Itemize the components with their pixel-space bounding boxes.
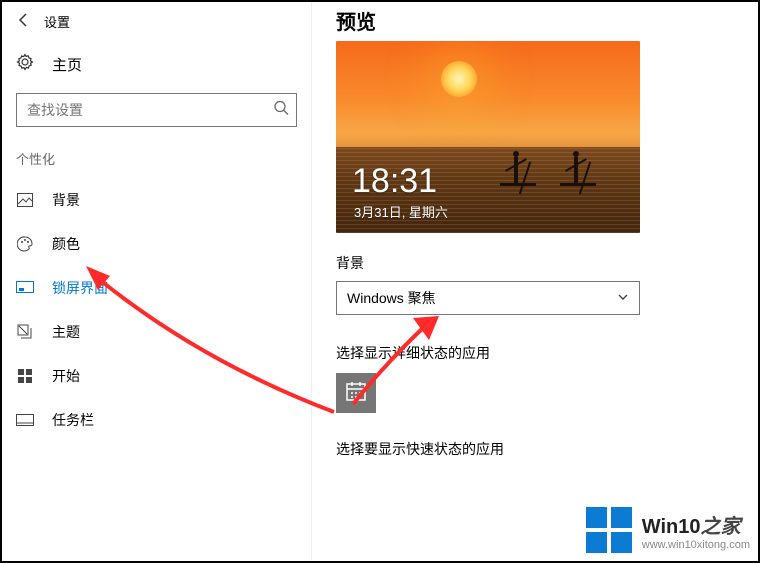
palette-icon [16,236,34,252]
sidebar-item-taskbar[interactable]: 任务栏 [2,398,311,442]
start-icon [16,369,34,383]
background-dropdown[interactable]: Windows 聚焦 [336,281,640,315]
home-label: 主页 [52,54,82,75]
watermark-brand2: 之家 [701,516,741,538]
back-label: 设置 [44,12,70,31]
quick-status-label: 选择要显示快速状态的应用 [336,439,758,459]
home-row[interactable]: 主页 [2,43,311,85]
preview-time: 18:31 [352,162,437,201]
watermark-brand1: Win10 [642,516,701,538]
watermark-url: www.win10xitong.com [642,539,750,551]
back-arrow-icon [16,12,32,31]
page-title: 预览 [336,6,758,35]
sidebar-item-label: 颜色 [52,234,80,254]
windows-logo-icon [586,507,632,553]
lockscreen-preview: 18:31 3月31日, 星期六 [336,41,640,233]
gear-icon [16,53,34,75]
themes-icon [16,324,34,340]
sidebar-item-label: 任务栏 [52,410,94,430]
sidebar-item-label: 开始 [52,366,80,386]
sidebar-item-background[interactable]: 背景 [2,178,311,222]
search-wrap [16,93,297,127]
main-pane: 预览 18:31 3月31日, 星期六 背景 Windows 聚焦 选择显示详细… [312,2,758,561]
back-row[interactable]: 设置 [2,8,311,43]
sidebar-item-colors[interactable]: 颜色 [2,222,311,266]
picture-icon [16,193,34,207]
sidebar-item-label: 背景 [52,190,80,210]
taskbar-icon [16,414,34,426]
section-label: 个性化 [2,141,311,178]
sidebar-item-start[interactable]: 开始 [2,354,311,398]
settings-sidebar: 设置 主页 个性化 背景 颜色 [2,2,312,561]
detailed-status-app-tile[interactable] [336,373,376,413]
search-icon [273,100,289,121]
dropdown-value: Windows 聚焦 [347,288,436,308]
watermark: Win10之家 www.win10xitong.com [586,507,750,553]
search-input[interactable] [16,93,297,127]
preview-date: 3月31日, 星期六 [354,202,448,221]
background-label: 背景 [336,253,758,273]
detailed-status-label: 选择显示详细状态的应用 [336,343,758,363]
calendar-icon [345,380,367,407]
chevron-down-icon [617,290,629,306]
sidebar-item-label: 锁屏界面 [52,278,108,298]
sidebar-item-themes[interactable]: 主题 [2,310,311,354]
lockscreen-icon [16,281,34,295]
sidebar-item-label: 主题 [52,322,80,342]
sidebar-item-lockscreen[interactable]: 锁屏界面 [2,266,311,310]
